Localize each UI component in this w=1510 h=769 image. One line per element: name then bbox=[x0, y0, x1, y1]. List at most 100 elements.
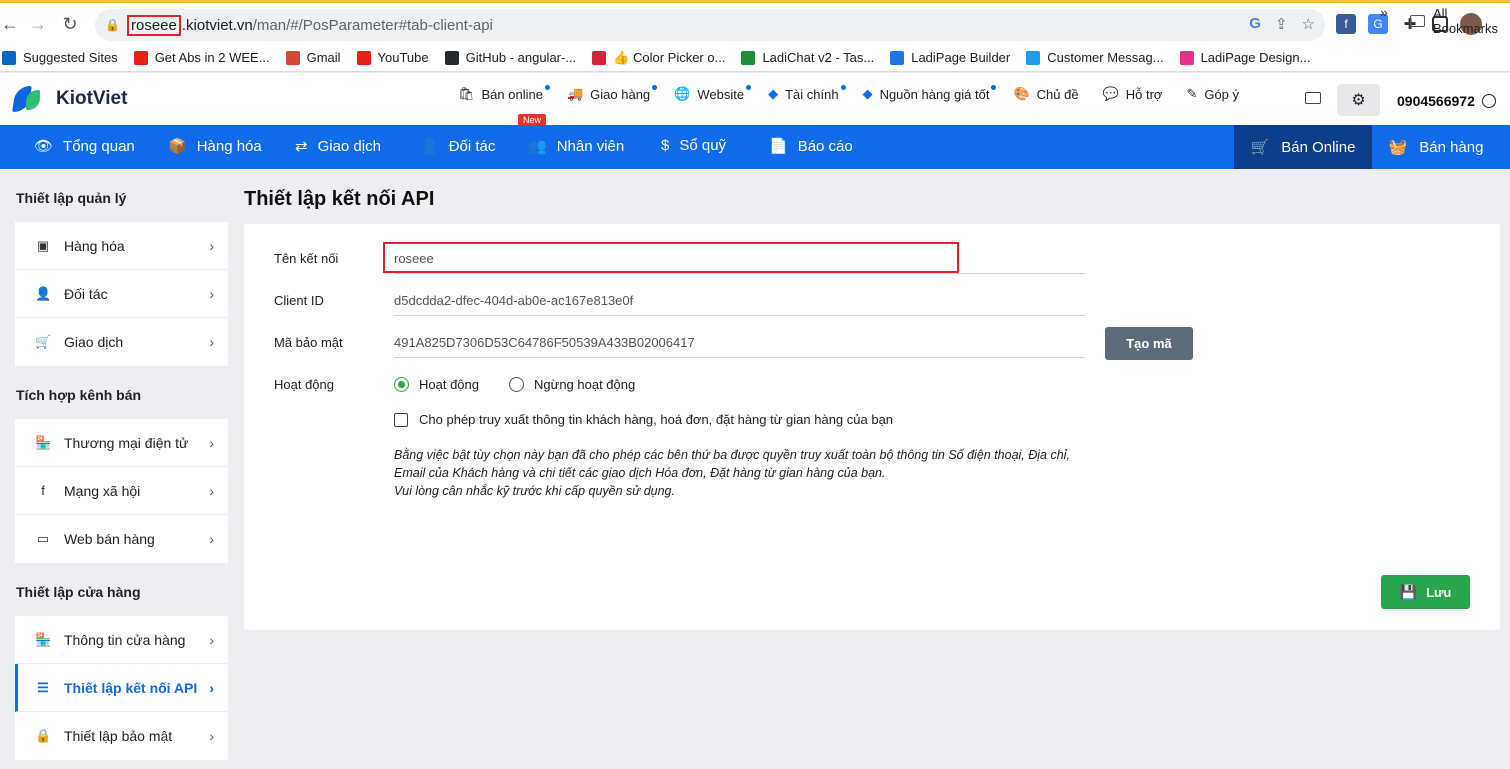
sidebar-item[interactable]: 🔒 Thiết lập bảo mật › bbox=[15, 712, 228, 760]
bookmark-item[interactable]: YouTube bbox=[356, 50, 429, 65]
sidebar-heading: Tích hợp kênh bán bbox=[16, 387, 142, 403]
bookmark-item[interactable]: LadiChat v2 - Tas... bbox=[741, 50, 874, 65]
address-bar[interactable]: 🔒 roseee .kiotviet.vn /man/#/PosParamete… bbox=[95, 9, 1325, 41]
note-line-2: Vui lòng cân nhắc kỹ trước khi cấp quyền… bbox=[394, 484, 675, 498]
top-menu-item[interactable]: 💬 Hỗ trợ bbox=[1103, 86, 1163, 102]
google-icon[interactable]: G bbox=[1249, 15, 1261, 33]
ladipage-icon bbox=[890, 50, 905, 65]
permission-checkbox-label[interactable]: Cho phép truy xuất thông tin khách hàng,… bbox=[419, 412, 893, 427]
top-menu-item[interactable]: 🛍 Bán online bbox=[458, 85, 550, 102]
bing-icon bbox=[2, 50, 16, 65]
sidebar-item[interactable]: ▭ Web bán hàng › bbox=[15, 515, 228, 563]
kv-finance-icon: ◆ bbox=[768, 86, 779, 101]
nav-item[interactable]: $ Sổ quỹ bbox=[661, 137, 726, 154]
radio-active[interactable] bbox=[394, 377, 409, 392]
chevron-right-icon: › bbox=[209, 334, 214, 350]
nav-item[interactable]: 👤 Đối tác bbox=[420, 137, 495, 156]
logo-mark bbox=[12, 84, 46, 114]
top-menu-item[interactable]: 🎨 Chủ đề bbox=[1013, 86, 1078, 102]
mail-icon[interactable] bbox=[1305, 92, 1321, 104]
bookmark-item[interactable]: Suggested Sites bbox=[2, 50, 118, 65]
box-icon: 📦 bbox=[168, 138, 187, 155]
top-menu-item[interactable]: ✎ Góp ý bbox=[1186, 86, 1239, 102]
notification-dot bbox=[840, 85, 846, 90]
store-icon: 🏪 bbox=[35, 434, 52, 450]
user-icon bbox=[1481, 94, 1496, 108]
sidebar-item[interactable]: ☰ Thiết lập kết nối API › bbox=[15, 664, 228, 712]
bookmark-item[interactable]: 👍 Color Picker o... bbox=[592, 50, 725, 66]
box-icon: ▣ bbox=[36, 237, 50, 253]
client-id-field[interactable]: d5dcdda2-dfec-404d-ab0e-ac167e813e0f bbox=[394, 286, 1085, 316]
facebook-ext-icon[interactable]: f bbox=[1336, 14, 1356, 34]
bookmark-item[interactable]: LadiPage Builder bbox=[890, 50, 1010, 65]
sidebar-item[interactable]: 👤 Đối tác › bbox=[15, 270, 228, 318]
floppy-icon: 💾 bbox=[1399, 583, 1418, 600]
top-menu-item[interactable]: ◆ Nguồn hàng giá tốt bbox=[863, 85, 997, 102]
sidebar-item[interactable]: 🏪 Thương mại điện tử › bbox=[15, 419, 228, 467]
bookmark-item[interactable]: Get Abs in 2 WEE... bbox=[133, 50, 270, 65]
sell-button[interactable]: 🧺 Bán hàng bbox=[1372, 125, 1500, 169]
sidebar-item[interactable]: ▣ Hàng hóa › bbox=[15, 222, 228, 270]
bookmark-item[interactable]: GitHub - angular-... bbox=[444, 50, 576, 65]
nav-item[interactable]: 📄 Báo cáo bbox=[769, 137, 853, 156]
star-icon[interactable]: ☆ bbox=[1302, 15, 1315, 33]
sheet-icon bbox=[741, 50, 756, 65]
forward-icon[interactable]: → bbox=[22, 8, 54, 40]
save-button[interactable]: 💾 Lưu bbox=[1381, 575, 1470, 609]
chat-icon: 💬 bbox=[1102, 86, 1119, 101]
api-settings-panel: Tên kết nối roseee Client ID d5dcdda2-df… bbox=[244, 224, 1500, 630]
sliders-icon: ☰ bbox=[37, 679, 49, 695]
cart-icon: 🛒 bbox=[1250, 139, 1270, 156]
client-id-label: Client ID bbox=[274, 293, 324, 308]
kiotviet-logo[interactable]: KiotViet bbox=[12, 84, 127, 114]
notification-dot bbox=[746, 85, 752, 90]
online-sales-button[interactable]: 🛒 Bán Online bbox=[1234, 125, 1372, 169]
nav-item[interactable]: 👥 Nhân viên bbox=[528, 137, 624, 156]
nav-item[interactable]: 📦 Hàng hóa bbox=[168, 137, 262, 156]
gear-icon[interactable]: ⚙ bbox=[1337, 84, 1380, 116]
notification-dot bbox=[544, 85, 550, 90]
permission-checkbox-row: Cho phép truy xuất thông tin khách hàng,… bbox=[394, 412, 893, 427]
notification-dot bbox=[652, 85, 658, 90]
generate-secret-button[interactable]: Tạo mã bbox=[1105, 327, 1193, 360]
report-icon: 📄 bbox=[769, 138, 788, 155]
facebook-icon: f bbox=[41, 483, 45, 498]
secret-field[interactable]: 491A825D7306D53C64786F50539A433B02006417 bbox=[394, 328, 1085, 358]
top-menu-item[interactable]: 🌐 Website bbox=[674, 85, 752, 102]
bookmark-item[interactable]: Gmail bbox=[285, 50, 341, 65]
reload-icon[interactable]: ↻ bbox=[54, 8, 86, 40]
user-lock-icon: 🔒 bbox=[35, 728, 52, 743]
page-title: Thiết lập kết nối API bbox=[244, 188, 435, 210]
bookmark-item[interactable]: Customer Messag... bbox=[1026, 50, 1164, 65]
sidebar-item[interactable]: f Mạng xã hội › bbox=[15, 467, 228, 515]
lock-icon: 🔒 bbox=[105, 18, 120, 32]
bookmark-item[interactable]: LadiPage Design... bbox=[1179, 50, 1310, 65]
nav-item[interactable]: 👁 Tổng quan bbox=[34, 137, 135, 156]
bookmarks-overflow-icon[interactable]: » bbox=[1380, 4, 1388, 20]
sidebar-group: 🏪 Thương mại điện tử › f Mạng xã hội › ▭ Web bá… bbox=[15, 419, 228, 563]
nav-item[interactable]: ⇄ Giao dịch bbox=[295, 137, 381, 156]
top-menu-item[interactable]: ◆ Tài chính bbox=[768, 85, 846, 102]
ladipage-icon bbox=[1179, 50, 1194, 65]
radio-inactive-label[interactable]: Ngừng hoạt động bbox=[534, 377, 635, 392]
sidebar-item[interactable]: 🏪 Thông tin cửa hàng › bbox=[15, 616, 228, 664]
gmail-icon bbox=[285, 50, 300, 65]
status-radio-group: Hoạt động Ngừng hoạt động bbox=[394, 377, 635, 392]
permission-checkbox[interactable] bbox=[394, 412, 408, 427]
radio-active-label[interactable]: Hoạt động bbox=[419, 377, 479, 392]
top-menu-item[interactable]: 🚚 Giao hàng bbox=[567, 85, 658, 102]
color-picker-icon bbox=[592, 50, 607, 65]
youtube-icon bbox=[133, 50, 148, 65]
dollar-icon: $ bbox=[661, 137, 670, 154]
sidebar-item[interactable]: 🛒 Giao dịch › bbox=[15, 318, 228, 366]
share-icon[interactable]: ⇪ bbox=[1275, 15, 1288, 33]
basket-icon: 🧺 bbox=[1388, 139, 1408, 156]
account-menu[interactable]: 0904566972 bbox=[1397, 93, 1496, 109]
all-bookmarks[interactable]: All Bookmarks bbox=[1410, 6, 1510, 36]
radio-inactive[interactable] bbox=[509, 377, 524, 392]
messenger-icon bbox=[1026, 50, 1041, 65]
eye-icon: 👁 bbox=[34, 138, 54, 155]
browser-toolbar: ← → ↻ 🔒 roseee .kiotviet.vn /man/#/PosPa… bbox=[0, 0, 1510, 44]
status-label: Hoạt động bbox=[274, 377, 334, 392]
top-menu: 🛍 Bán online 🚚 Giao hàng 🌐 Website ◆ Tài chính ◆… bbox=[458, 85, 1263, 102]
